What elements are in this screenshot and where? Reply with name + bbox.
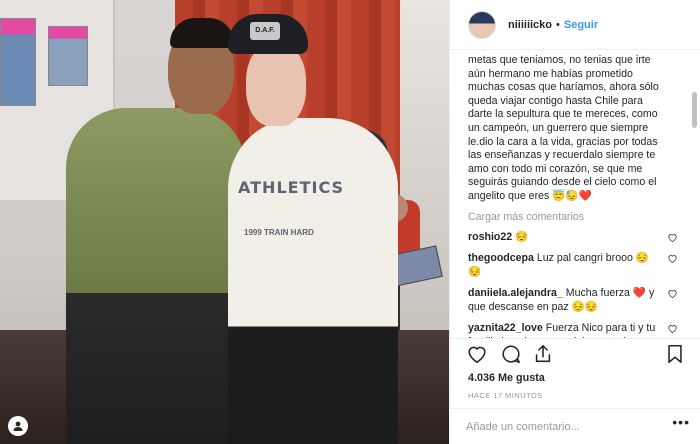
post-sidebar: niiiiiicko • Seguir metas que teniamos, … [449,0,700,444]
photo-boy-right [228,118,398,444]
comment-item: roshio22 😔 [468,231,678,245]
heart-icon[interactable] [667,232,678,243]
header-separator: • [556,18,560,31]
comment-username[interactable]: thegoodcepa [468,252,534,264]
comment-username[interactable]: yaznita22_love [468,322,543,334]
comment-item: thegoodcepa Luz pal cangri brooo 😔😔 [468,252,678,279]
instagram-post: D.A.F. ATHLETICS 1999 TRAIN HARD niiiiii… [0,0,700,444]
more-options-icon[interactable]: ••• [672,414,690,430]
photo-shirt-subtext: 1999 TRAIN HARD [244,228,314,237]
post-photo[interactable]: D.A.F. ATHLETICS 1999 TRAIN HARD [0,0,449,444]
post-timestamp[interactable]: HACE 17 MINUTOS [468,391,543,400]
comment-icon[interactable] [500,343,522,365]
comment-username[interactable]: roshio22 [468,231,512,243]
user-icon [13,421,23,431]
heart-icon[interactable] [667,323,678,334]
author-avatar[interactable] [468,10,496,39]
photo-poster [48,26,88,86]
load-more-comments-button[interactable]: Cargar más comentarios [468,211,690,223]
post-header: niiiiiicko • Seguir [450,0,700,50]
comment-text: 😔 [515,230,529,243]
share-icon[interactable] [532,343,554,365]
heart-icon[interactable] [667,253,678,264]
photo-shirt-text: ATHLETICS [238,178,344,197]
tagged-user-icon[interactable] [8,416,28,436]
post-actions [450,338,700,368]
comment-item: daniiela.alejandra_ Mucha fuerza ❤️ y qu… [468,287,678,314]
cap-text: D.A.F. [255,27,275,34]
comment-item: yaznita22_love Fuerza Nico para ti y tu … [468,322,678,338]
follow-button[interactable]: Seguir [564,19,598,31]
heart-icon[interactable] [466,343,488,365]
author-username[interactable]: niiiiiicko [508,19,552,31]
post-caption: metas que teniamos, no tenias que irte a… [468,54,659,202]
comments-scrollbar[interactable] [692,92,697,128]
comments-list[interactable]: metas que teniamos, no tenias que irte a… [450,50,690,338]
photo-man-left [66,108,246,444]
bookmark-icon[interactable] [664,343,686,365]
photo-poster [0,18,36,106]
add-comment-bar [450,408,700,444]
comment-input[interactable] [466,420,636,433]
heart-icon[interactable] [667,288,678,299]
photo-man-left-hair [170,18,234,48]
likes-count[interactable]: 4.036 Me gusta [468,372,545,384]
photo-cap-logo: D.A.F. [250,22,280,40]
photo-boy-right-head [246,44,306,126]
comment-username[interactable]: daniiela.alejandra_ [468,287,563,299]
